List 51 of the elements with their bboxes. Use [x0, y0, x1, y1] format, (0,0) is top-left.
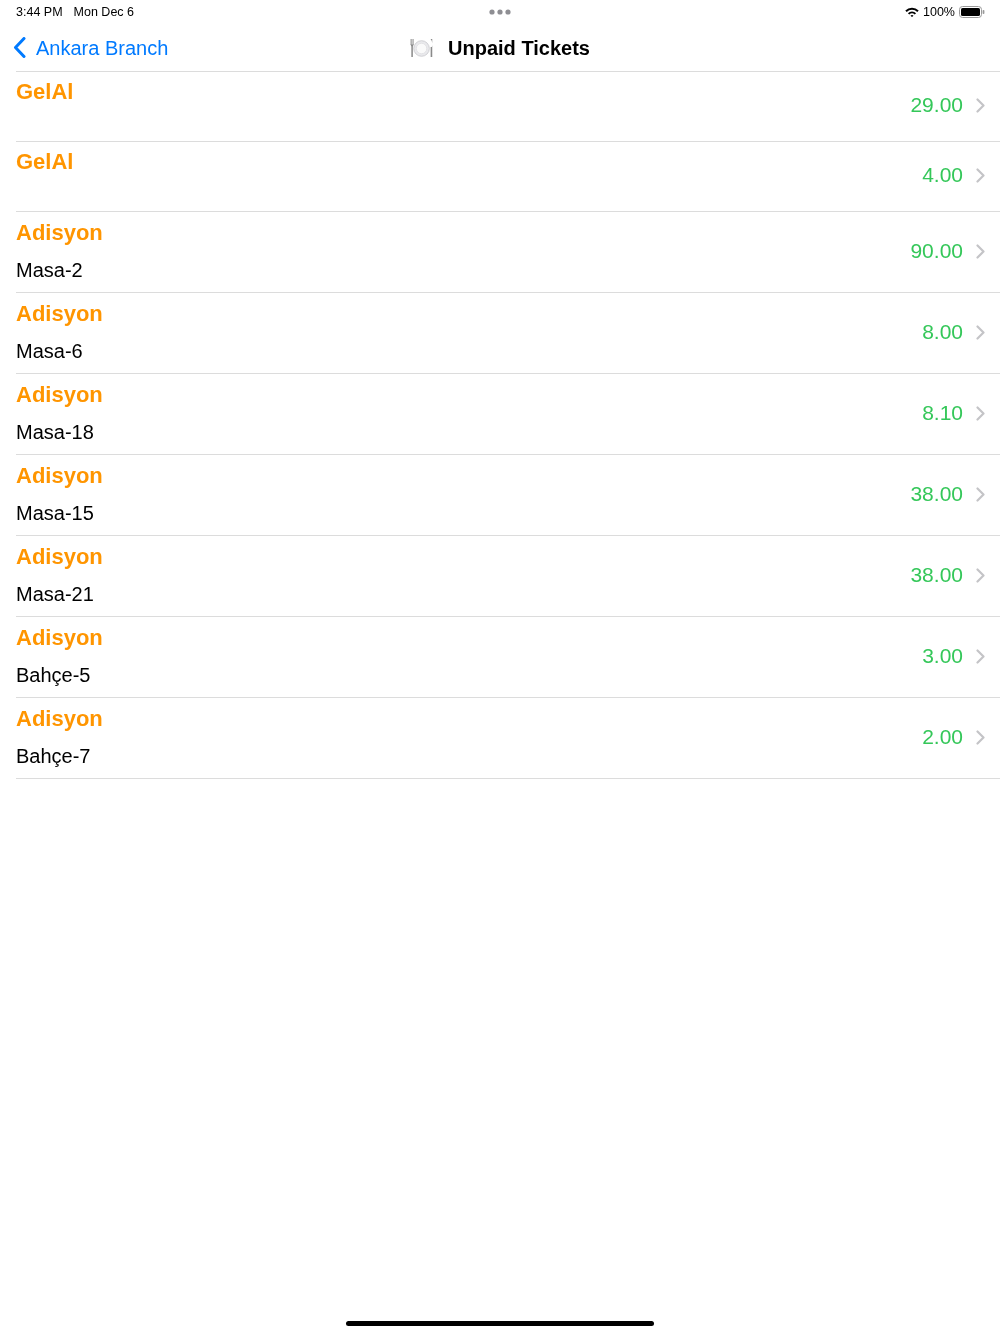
ticket-title: GelAl — [16, 148, 74, 176]
ticket-title: GelAl — [16, 78, 74, 106]
ticket-amount: 8.00 — [922, 319, 963, 346]
ticket-amount: 4.00 — [922, 162, 963, 189]
status-time: 3:44 PM — [16, 3, 63, 21]
ticket-table: Masa-21 — [16, 581, 94, 607]
battery-percent: 100% — [923, 3, 955, 21]
chevron-right-icon — [976, 243, 985, 259]
ticket-amount: 38.00 — [910, 562, 963, 589]
ticket-table: Bahçe-7 — [16, 743, 91, 769]
wifi-icon — [905, 7, 919, 17]
ticket-row[interactable]: Adisyon Masa-6 8.00 — [16, 293, 1000, 374]
chevron-right-icon — [976, 567, 985, 583]
ticket-table: Masa-2 — [16, 257, 83, 283]
chevron-right-icon — [976, 324, 985, 340]
ticket-amount: 29.00 — [910, 92, 963, 119]
status-date: Mon Dec 6 — [73, 3, 134, 21]
ticket-row[interactable]: Adisyon Bahçe-7 2.00 — [16, 698, 1000, 779]
ticket-amount: 2.00 — [922, 724, 963, 751]
chevron-left-icon — [13, 37, 26, 58]
ticket-title: Adisyon — [16, 462, 103, 490]
battery-icon — [959, 6, 985, 18]
ticket-title: Adisyon — [16, 624, 103, 652]
ticket-row[interactable]: Adisyon Bahçe-5 3.00 — [16, 617, 1000, 698]
chevron-right-icon — [976, 486, 985, 502]
ticket-table: Masa-15 — [16, 500, 94, 526]
plate-cutlery-icon — [410, 37, 434, 58]
ticket-title: Adisyon — [16, 705, 103, 733]
ticket-row[interactable]: Adisyon Masa-2 90.00 — [16, 212, 1000, 293]
screen-title: Unpaid Tickets — [448, 35, 590, 61]
ticket-row[interactable]: Adisyon Masa-15 38.00 — [16, 455, 1000, 536]
ticket-amount: 3.00 — [922, 643, 963, 670]
ticket-table: Masa-6 — [16, 338, 83, 364]
ticket-row[interactable]: Adisyon Masa-18 8.10 — [16, 374, 1000, 455]
chevron-right-icon — [976, 729, 985, 745]
ticket-amount: 8.10 — [922, 400, 963, 427]
ticket-amount: 38.00 — [910, 481, 963, 508]
ticket-table: Bahçe-5 — [16, 662, 91, 688]
chevron-right-icon — [976, 167, 985, 183]
chevron-right-icon — [976, 648, 985, 664]
ticket-row[interactable]: Adisyon Masa-21 38.00 — [16, 536, 1000, 617]
ticket-title: Adisyon — [16, 381, 103, 409]
ticket-title: Adisyon — [16, 543, 103, 571]
chevron-right-icon — [976, 97, 985, 113]
ticket-title: Adisyon — [16, 219, 103, 247]
ticket-amount: 90.00 — [910, 238, 963, 265]
ticket-title: Adisyon — [16, 300, 103, 328]
more-dots-icon — [489, 9, 511, 15]
back-button[interactable]: Ankara Branch — [13, 32, 169, 63]
chevron-right-icon — [976, 405, 985, 421]
ticket-table: Masa-18 — [16, 419, 94, 445]
